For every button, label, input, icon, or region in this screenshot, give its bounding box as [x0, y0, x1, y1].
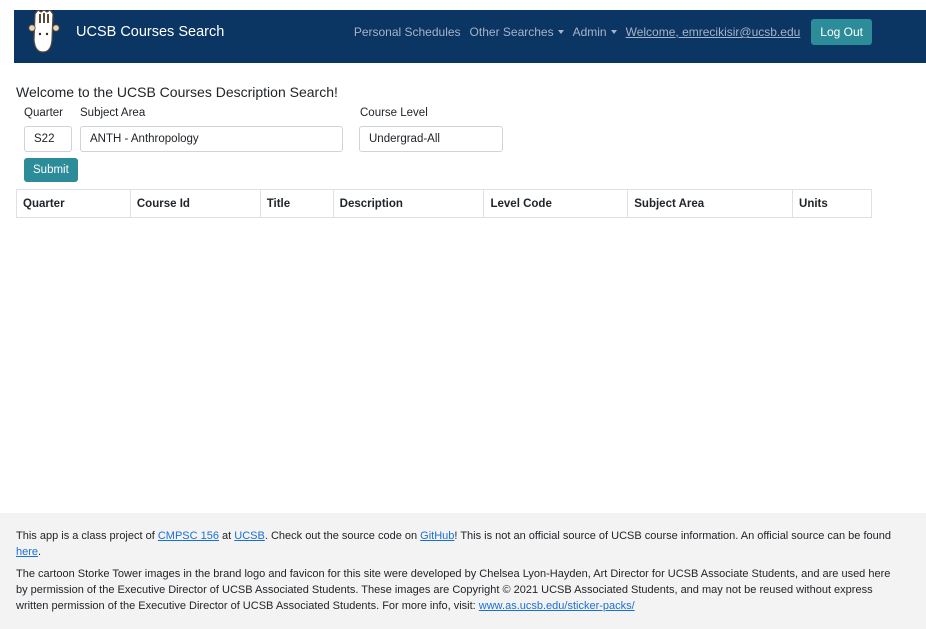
- column-header-subject-area[interactable]: Subject Area: [627, 189, 794, 218]
- results-table: Quarter Course Id Title Description Leve…: [16, 189, 872, 218]
- footer-text: The cartoon Storke Tower images in the b…: [16, 568, 891, 612]
- footer-project-info: This app is a class project of CMPSC 156…: [16, 528, 894, 560]
- footer: This app is a class project of CMPSC 156…: [0, 513, 926, 629]
- table-header-row: Quarter Course Id Title Description Leve…: [16, 189, 872, 218]
- official-source-link[interactable]: here: [16, 546, 38, 558]
- sticker-packs-link[interactable]: www.as.ucsb.edu/sticker-packs/: [479, 600, 635, 612]
- nav-links: Personal Schedules Other Searches Admin …: [354, 10, 926, 54]
- footer-text: . Check out the source code on: [264, 530, 421, 542]
- submit-button[interactable]: Submit: [24, 158, 78, 182]
- nav-other-searches-dropdown[interactable]: Other Searches: [470, 25, 564, 39]
- subject-area-label: Subject Area: [80, 107, 146, 119]
- course-level-select[interactable]: Undergrad-All: [359, 126, 503, 152]
- nav-personal-schedules-link[interactable]: Personal Schedules: [354, 25, 461, 39]
- column-header-course-id[interactable]: Course Id: [129, 189, 261, 218]
- ucsb-link[interactable]: UCSB: [234, 530, 265, 542]
- subject-area-select[interactable]: ANTH - Anthropology: [80, 126, 343, 152]
- brand-title[interactable]: UCSB Courses Search: [76, 10, 224, 54]
- column-header-units[interactable]: Units: [792, 189, 872, 218]
- column-header-title[interactable]: Title: [259, 189, 334, 218]
- github-link[interactable]: GitHub: [420, 530, 454, 542]
- course-level-label: Course Level: [360, 107, 428, 119]
- footer-text: ! This is not an official source of UCSB…: [454, 530, 891, 542]
- column-header-level-code[interactable]: Level Code: [483, 189, 629, 218]
- footer-text: This app is a class project of: [16, 530, 158, 542]
- nav-admin-dropdown[interactable]: Admin: [573, 25, 617, 39]
- quarter-label: Quarter: [24, 107, 63, 119]
- quarter-select[interactable]: S22: [24, 126, 72, 152]
- column-header-quarter[interactable]: Quarter: [16, 189, 131, 218]
- storke-tower-logo-icon[interactable]: [26, 9, 62, 54]
- logout-button[interactable]: Log Out: [811, 19, 872, 45]
- nav-welcome-user-link[interactable]: Welcome, emrecikisir@ucsb.edu: [626, 25, 801, 39]
- column-header-description[interactable]: Description: [332, 189, 485, 218]
- cmpsc156-link[interactable]: CMPSC 156: [158, 530, 219, 542]
- footer-text: at: [218, 530, 235, 542]
- footer-text: .: [38, 546, 42, 558]
- page-title: Welcome to the UCSB Courses Description …: [16, 84, 338, 100]
- footer-copyright-info: The cartoon Storke Tower images in the b…: [16, 566, 894, 614]
- navbar: UCSB Courses Search Personal Schedules O…: [14, 9, 926, 63]
